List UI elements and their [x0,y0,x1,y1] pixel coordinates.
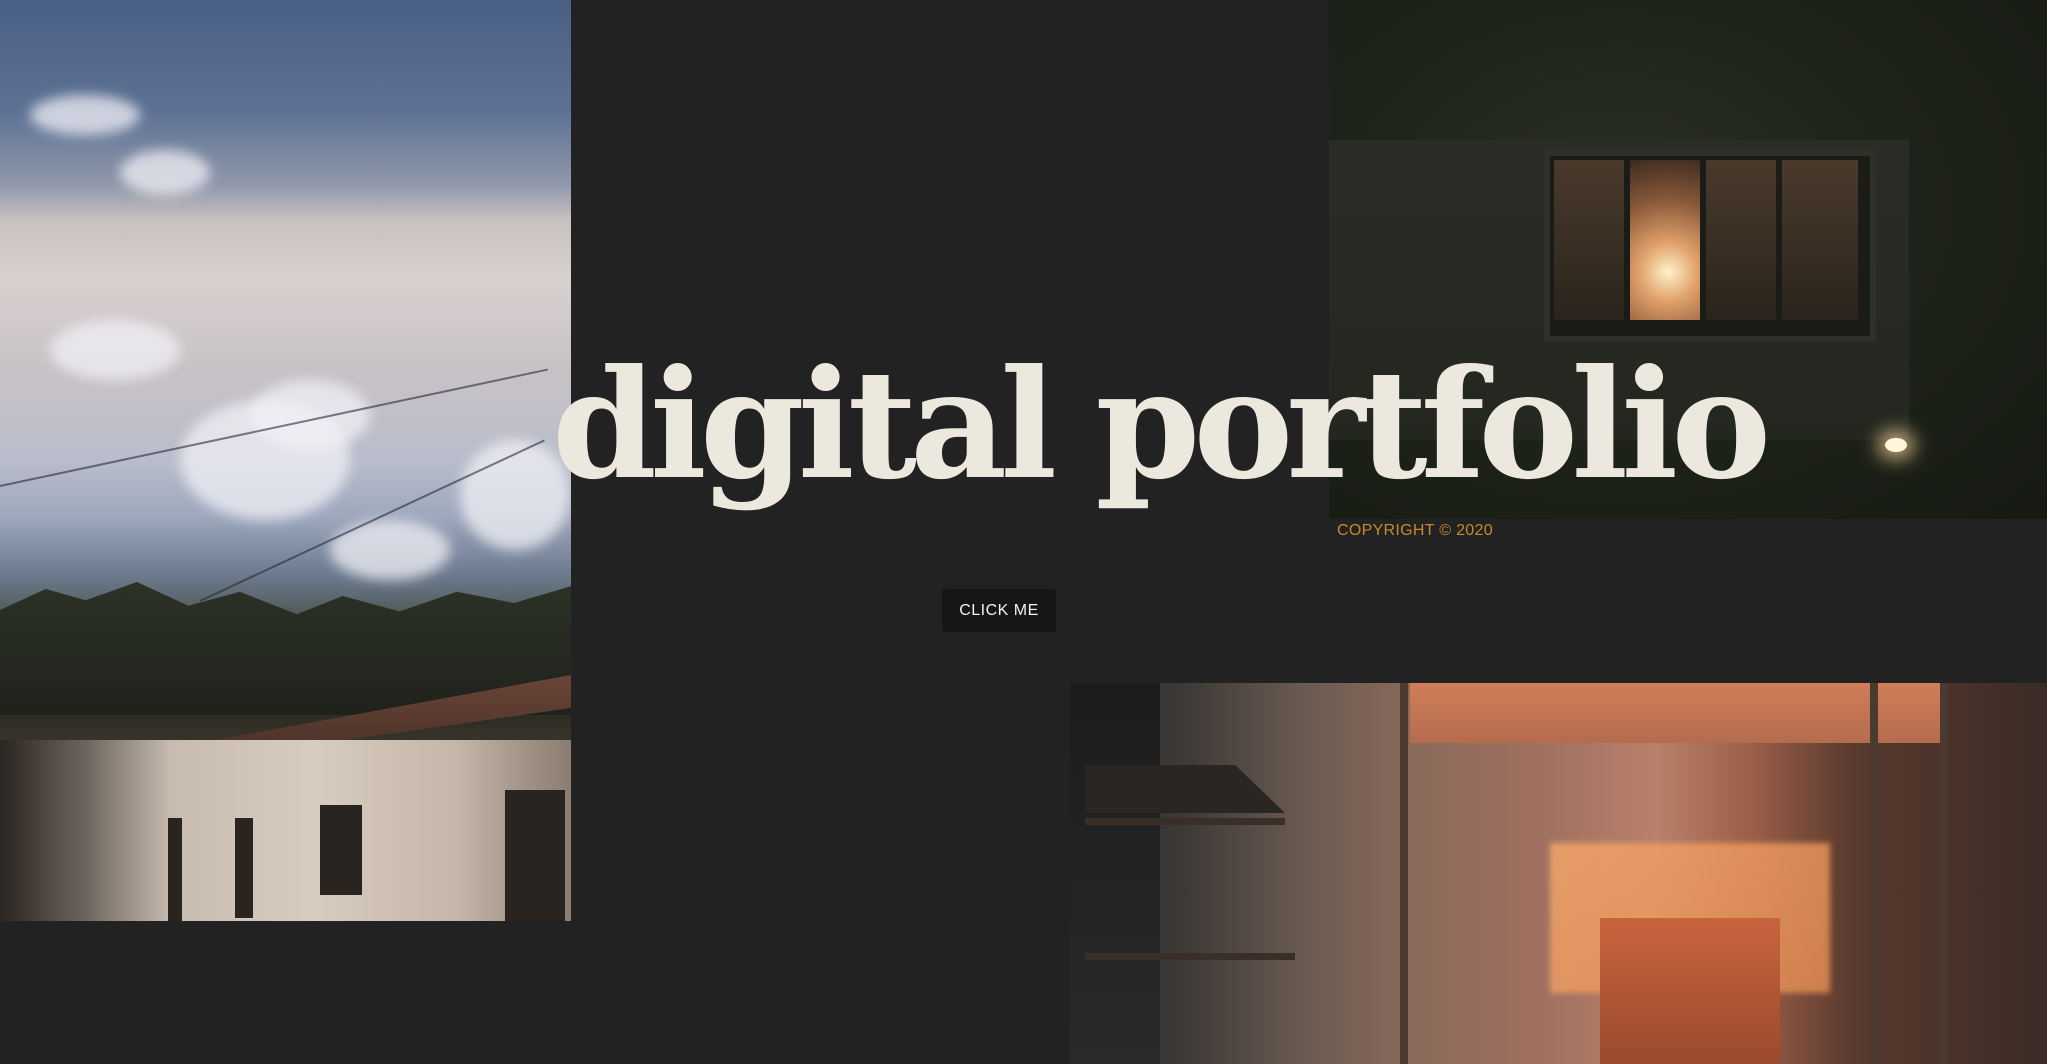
click-me-button[interactable]: CLICK ME [942,589,1056,632]
sky-mountains-houses-photo [0,0,571,921]
portfolio-page: digital portfolio COPYRIGHT © 2020 CLICK… [0,0,2047,1064]
copyright-text: COPYRIGHT © 2020 [1337,522,1493,539]
sunlit-interior-photo [1070,683,2047,1064]
page-title: digital portfolio [552,337,1771,513]
